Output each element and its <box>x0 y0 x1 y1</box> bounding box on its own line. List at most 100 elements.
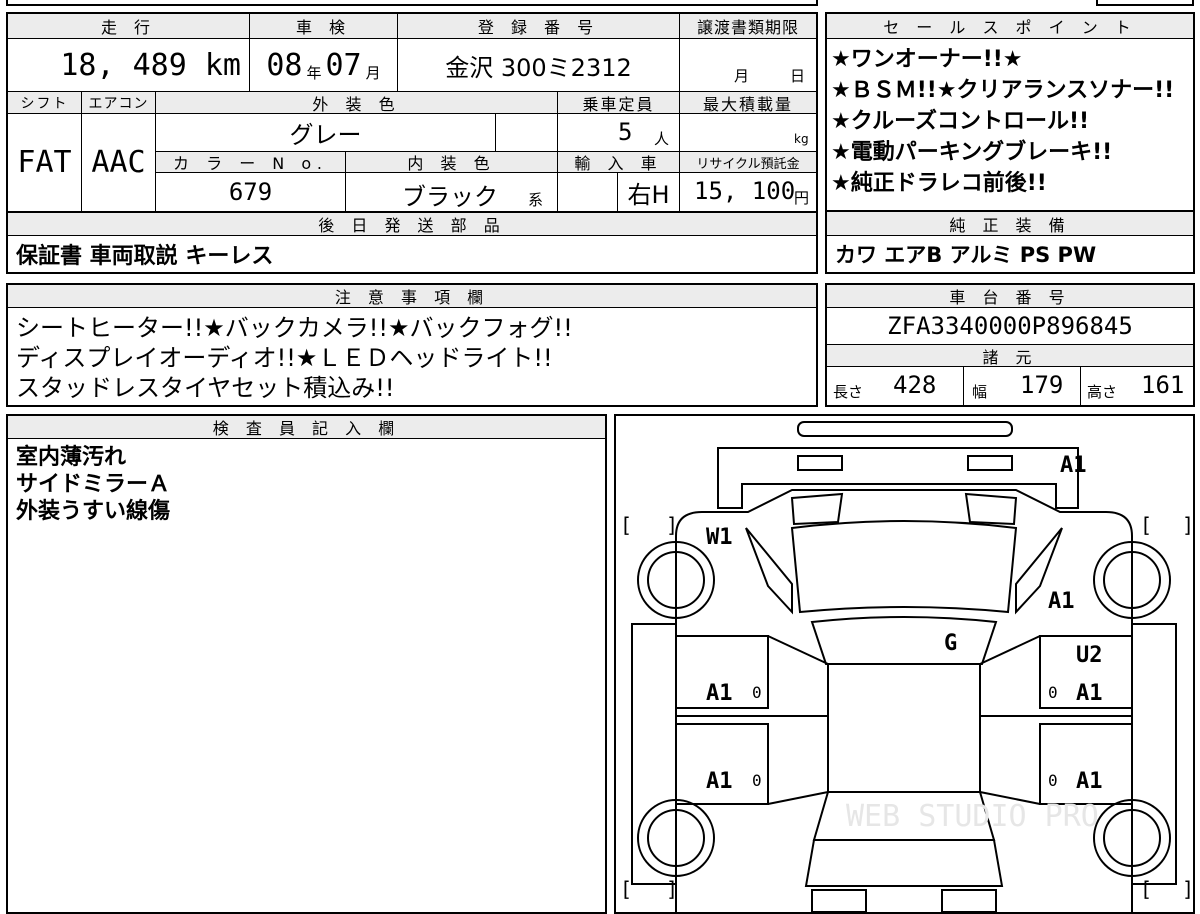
damage-map-panel: A1 W1 A1 G U2 A1 A1 A1 A1 0 0 0 0 [ ] [ … <box>614 414 1195 914</box>
rear-panel-shape <box>804 839 1004 887</box>
transfer-deadline-value: 月 日 <box>680 39 816 92</box>
bracket-mark: ] <box>1182 877 1193 901</box>
inspector-line: サイドミラーＡ <box>16 472 171 497</box>
main-info-table: 走 行 車 検 登 録 番 号 譲渡書類期限 18, 489 km 08 年 0… <box>6 12 818 274</box>
notes-header: 注 意 事 項 欄 <box>8 285 816 308</box>
shift-header: シフト <box>8 92 82 114</box>
bracket-mark: [ <box>620 513 632 537</box>
capacity-value-cell: 5 人 <box>558 114 680 152</box>
sales-point-line: ★ワンオーナー!!★ <box>831 47 1023 72</box>
factory-equipment-panel: 純 正 装 備 カワ エアB アルミ PS PW <box>825 210 1195 274</box>
factory-equipment-header: 純 正 装 備 <box>827 212 1193 236</box>
inspection-month: 07 <box>325 47 362 83</box>
inspector-line: 室内薄汚れ <box>16 445 127 470</box>
zero-mark: 0 <box>752 683 762 702</box>
factory-equipment-value: カワ エアB アルミ PS PW <box>835 243 1097 267</box>
bracket-mark: ] <box>666 877 678 901</box>
front-light-right <box>967 455 1013 471</box>
damage-mark: A1 <box>706 681 733 706</box>
later-parts-value: 保証書 車両取説 キーレス <box>16 244 274 269</box>
transfer-deadline-header: 譲渡書類期限 <box>680 14 816 39</box>
inspection-date: 08 年 07 月 <box>250 39 398 92</box>
inspector-panel: 検 査 員 記 入 欄 室内薄汚れ サイドミラーＡ 外装うすい線傷 <box>6 414 607 914</box>
inspection-year-unit: 年 <box>306 63 322 82</box>
registration-header: 登 録 番 号 <box>398 14 680 39</box>
spec-width: 幅 179 <box>964 367 1081 405</box>
spec-width-label: 幅 <box>972 383 988 401</box>
rear-bumper-shape <box>941 889 997 912</box>
note-line: スタッドレスタイヤセット積込み!! <box>16 374 395 402</box>
import-empty-cell <box>558 173 618 212</box>
exterior-color-value: グレー <box>156 114 496 152</box>
rear-bumper-shape <box>811 889 867 912</box>
top-strip-right <box>1096 0 1194 6</box>
chassis-specs-panel: 車 台 番 号 ZFA3340000P896845 諸 元 長さ 428 幅 1… <box>825 283 1195 407</box>
interior-color-suffix: 系 <box>528 191 544 209</box>
damage-mark: W1 <box>706 525 733 550</box>
mileage-header: 走 行 <box>8 14 250 39</box>
sales-point-line: ★クルーズコントロール!! <box>831 109 1090 134</box>
bracket-mark: ] <box>1182 513 1193 537</box>
recycle-header: リサイクル預託金 <box>680 152 816 173</box>
transfer-month-unit: 月 <box>734 67 750 85</box>
zero-mark: 0 <box>752 771 762 790</box>
color-no-value: 679 <box>156 173 346 212</box>
damage-mark: A1 <box>706 769 733 794</box>
bracket-mark: [ <box>1140 513 1152 537</box>
watermark: WEB STUDIO PRO <box>846 799 1099 834</box>
chassis-header: 車 台 番 号 <box>827 285 1193 308</box>
damage-mark: A1 <box>1060 453 1087 478</box>
max-load-header: 最大積載量 <box>680 92 816 114</box>
body-outline <box>675 489 1133 912</box>
damage-mark: A1 <box>1076 769 1103 794</box>
notes-panel: 注 意 事 項 欄 シートヒーター!!★バックカメラ!!★バックフォグ!! ディ… <box>6 283 818 407</box>
spec-height: 高さ 161 <box>1081 367 1193 405</box>
sales-point-line: ★純正ドラレコ前後!! <box>831 171 1047 196</box>
front-light-left <box>797 455 843 471</box>
color-no-header: カ ラ ー N o. <box>156 152 346 173</box>
aircon-header: エアコン <box>82 92 156 114</box>
damage-mark: A1 <box>1048 589 1075 614</box>
note-line: シートヒーター!!★バックカメラ!!★バックフォグ!! <box>16 314 573 342</box>
chassis-value: ZFA3340000P896845 <box>827 308 1193 345</box>
interior-color-value: ブラック <box>402 183 498 211</box>
zero-mark: 0 <box>1048 683 1058 702</box>
specs-header: 諸 元 <box>827 345 1193 367</box>
notes-list: シートヒーター!!★バックカメラ!!★バックフォグ!! ディスプレイオーディオ!… <box>16 313 806 403</box>
import-header: 輸 入 車 <box>558 152 680 173</box>
spec-width-value: 179 <box>1020 371 1064 399</box>
aircon-value: AAC <box>82 114 156 212</box>
recycle-unit: 円 <box>794 189 810 207</box>
inspection-year: 08 <box>266 47 303 83</box>
headlight-right <box>964 492 1018 526</box>
spec-length: 長さ 428 <box>827 367 964 405</box>
inspector-header: 検 査 員 記 入 欄 <box>8 416 605 439</box>
spec-length-value: 428 <box>893 371 937 399</box>
damage-mark: G <box>944 631 957 656</box>
bracket-mark: ] <box>666 513 678 537</box>
zero-mark: 0 <box>1048 771 1058 790</box>
recycle-value-cell: 15, 100 円 <box>680 173 816 212</box>
registration-value: 金沢 300ミ2312 <box>398 39 680 92</box>
damage-mark: U2 <box>1076 643 1103 668</box>
capacity-unit: 人 <box>654 130 670 148</box>
mileage-value: 18, 489 km <box>8 39 250 92</box>
capacity-header: 乗車定員 <box>558 92 680 114</box>
spec-height-label: 高さ <box>1087 383 1118 401</box>
note-line: ディスプレイオーディオ!!★ＬＥＤヘッドライト!! <box>16 344 553 372</box>
interior-color-header: 内 装 色 <box>346 152 558 173</box>
car-diagram: A1 W1 A1 G U2 A1 A1 A1 A1 0 0 0 0 [ ] [ … <box>620 421 1193 912</box>
inspector-notes: 室内薄汚れ サイドミラーＡ 外装うすい線傷 <box>16 444 596 525</box>
top-strip <box>6 0 818 6</box>
spec-length-label: 長さ <box>833 383 864 401</box>
inspector-line: 外装うすい線傷 <box>16 499 171 524</box>
max-load-value-cell: kg <box>680 114 816 152</box>
windshield-shape <box>790 520 1018 614</box>
inspection-header: 車 検 <box>250 14 398 39</box>
capacity-value: 5 <box>618 118 633 146</box>
roof-shape <box>810 616 998 665</box>
cabin-shape <box>827 663 981 793</box>
headlight-left <box>790 492 844 526</box>
sales-point-line: ★ＢＳＭ!!★クリアランスソナー!! <box>831 78 1175 103</box>
import-value: 右H <box>618 173 680 212</box>
